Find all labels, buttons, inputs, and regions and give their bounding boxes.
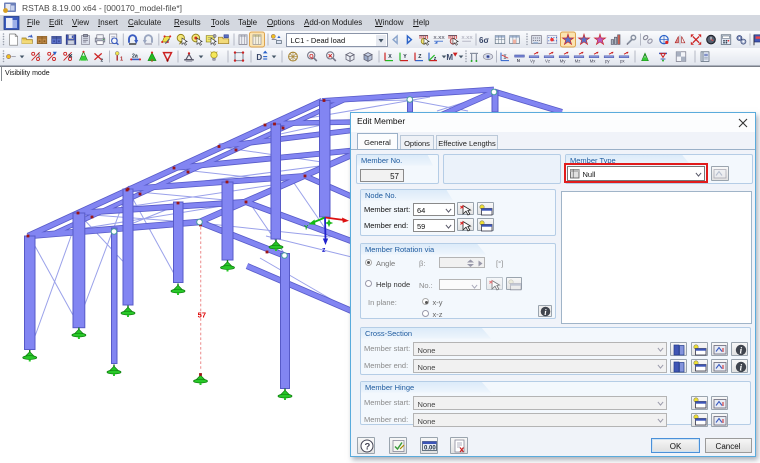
svg-text:z: z [434, 56, 437, 62]
svg-text:2: 2 [101, 57, 104, 63]
svg-text:X.XX: X.XX [461, 35, 473, 41]
svg-text:Mz: Mz [575, 59, 581, 64]
svg-text:Y: Y [304, 225, 309, 232]
svg-text:N: N [517, 58, 520, 63]
svg-text:My: My [560, 59, 567, 64]
svg-text:X: X [388, 54, 392, 60]
svg-text:M: M [446, 53, 453, 62]
svg-text:?: ? [364, 441, 370, 452]
svg-text:Vy: Vy [530, 59, 536, 64]
svg-text:px: px [620, 59, 625, 64]
svg-text:1: 1 [38, 53, 41, 59]
svg-text:D: D [256, 53, 262, 62]
svg-text:Q: Q [309, 54, 314, 60]
svg-text:2a: 2a [132, 53, 138, 59]
svg-text:Z: Z [418, 54, 422, 60]
svg-text:Vz: Vz [545, 59, 550, 64]
svg-text:57: 57 [198, 311, 206, 320]
svg-text:1: 1 [120, 57, 123, 63]
svg-text:Mx: Mx [590, 59, 597, 64]
svg-text:z: z [322, 247, 326, 254]
svg-text:Y: Y [403, 54, 407, 60]
svg-text:X.XX: X.XX [433, 35, 445, 41]
svg-text:6σ: 6σ [479, 36, 489, 45]
svg-text:py: py [605, 59, 610, 64]
svg-text:0.00: 0.00 [424, 446, 436, 452]
